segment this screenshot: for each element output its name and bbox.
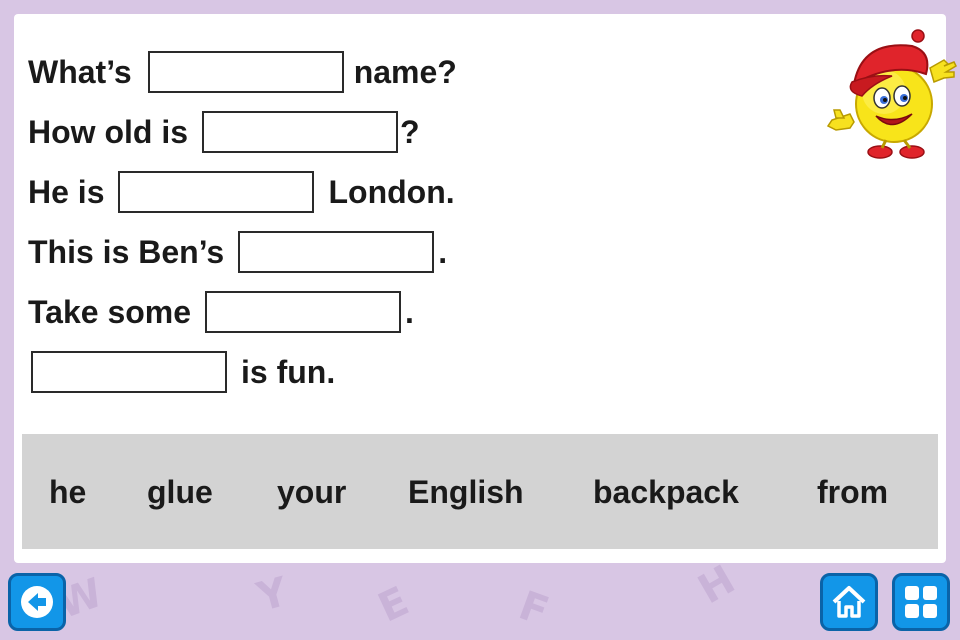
sentence-text-after: .	[405, 293, 414, 330]
sentence-6: is fun.	[31, 348, 335, 396]
sentence-text-before: He is	[28, 173, 105, 210]
sentence-text-before: How old is	[28, 113, 188, 150]
word-tile[interactable]: he	[49, 474, 86, 511]
sentence-text-after: .	[438, 233, 448, 270]
answer-blank[interactable]	[202, 111, 398, 153]
sentence-text-before: What’s	[28, 53, 132, 90]
sentence-text-after: name?	[353, 53, 457, 90]
word-bank: he glue your English backpack from	[22, 434, 938, 549]
sentence-4: This is Ben’s .	[28, 228, 447, 276]
sentence-1: What’s name?	[28, 48, 457, 96]
menu-button[interactable]	[892, 573, 950, 631]
sentence-text-after: London.	[328, 173, 455, 210]
sentence-3: He is London.	[28, 168, 455, 216]
answer-blank[interactable]	[31, 351, 227, 393]
answer-blank[interactable]	[238, 231, 435, 273]
answer-blank[interactable]	[205, 291, 402, 333]
sentence-2: How old is ?	[28, 108, 420, 156]
background-letter: F	[512, 582, 555, 636]
home-icon	[832, 586, 866, 618]
sentence-text-after: is fun.	[241, 353, 336, 390]
home-button[interactable]	[820, 573, 878, 631]
sentence-text-before: This is Ben’s	[28, 233, 225, 270]
smiley-mascot-icon	[826, 29, 957, 159]
word-tile[interactable]: from	[817, 474, 888, 511]
sentence-text-before: Take some	[28, 293, 192, 330]
sentence-text-after: ?	[400, 113, 420, 150]
background-letter: E	[371, 578, 416, 632]
back-button[interactable]	[8, 573, 66, 631]
exercise-card: What’s name? How old is ? He is London. …	[14, 14, 957, 563]
word-tile[interactable]: English	[408, 474, 524, 511]
background-letter: Y	[252, 569, 293, 621]
sentence-5: Take some .	[28, 288, 414, 336]
answer-blank[interactable]	[118, 171, 315, 213]
background-letter: H	[690, 556, 743, 614]
back-arrow-icon	[21, 586, 53, 618]
answer-blank[interactable]	[147, 51, 344, 93]
word-tile[interactable]: backpack	[593, 474, 739, 511]
grid-menu-icon	[905, 586, 937, 618]
word-tile[interactable]: glue	[147, 474, 213, 511]
word-tile[interactable]: your	[277, 474, 346, 511]
